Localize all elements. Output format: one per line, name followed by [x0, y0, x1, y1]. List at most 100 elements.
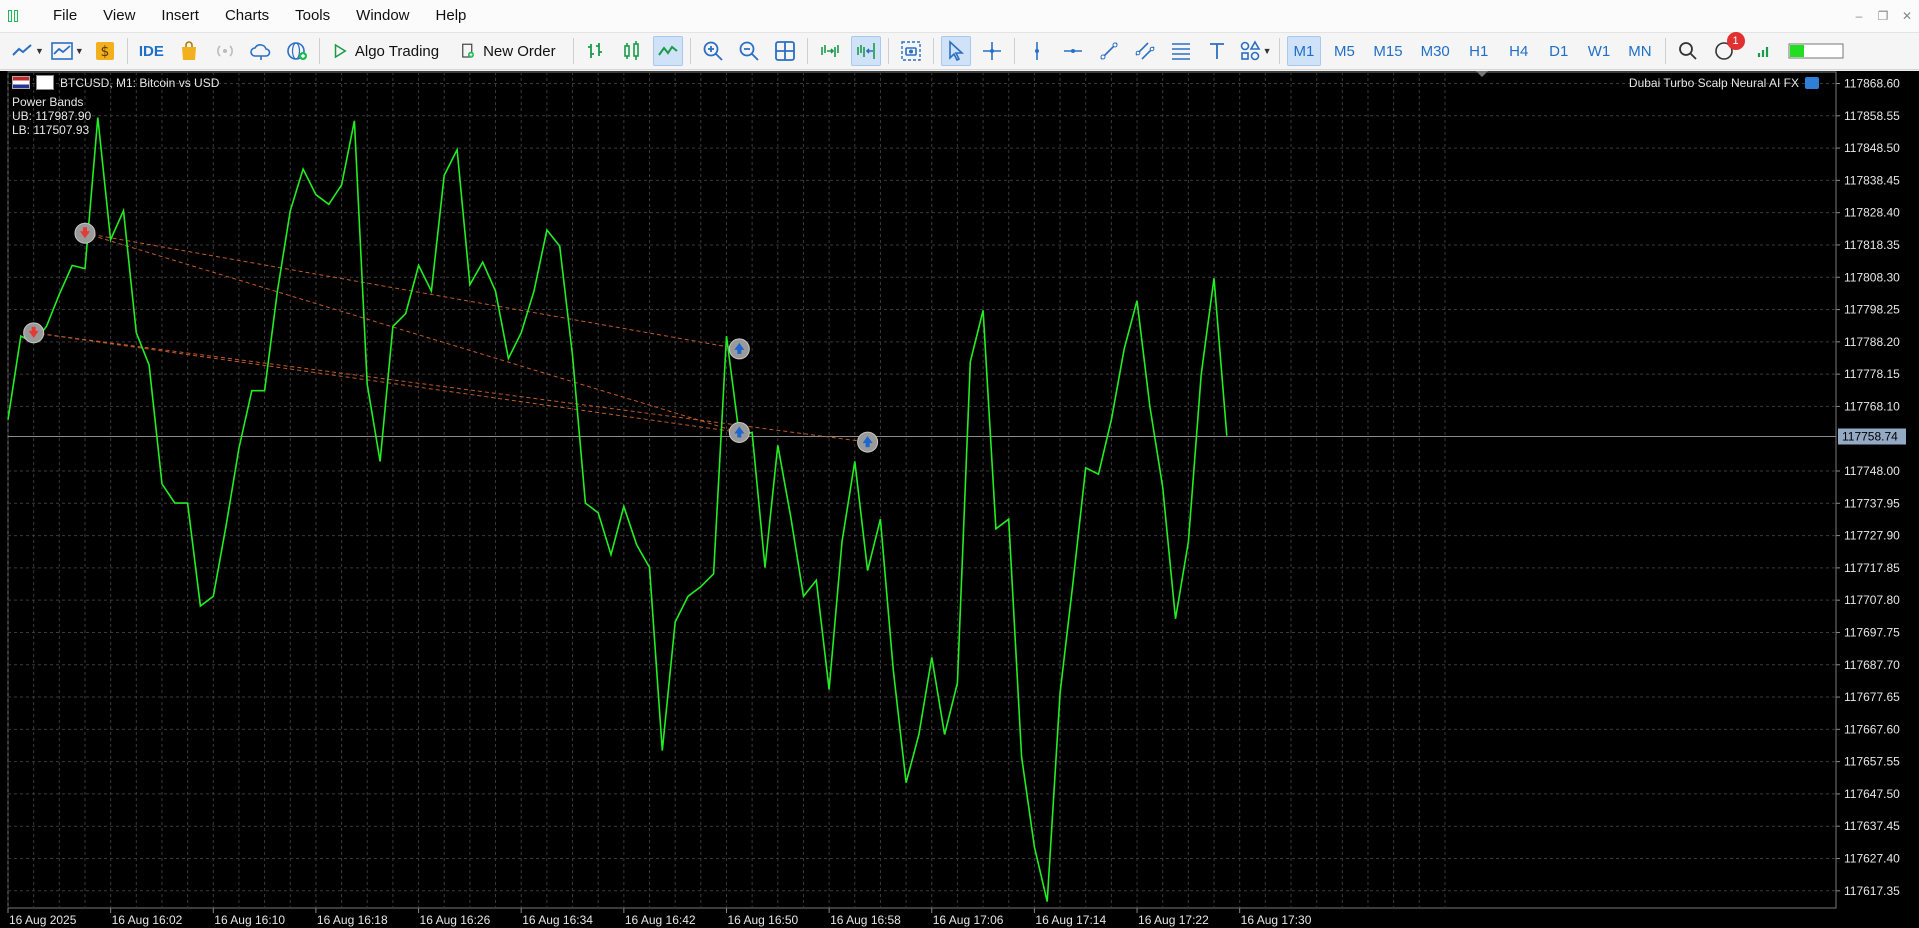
dollar-icon: $	[95, 42, 114, 60]
signal-level-icon	[1757, 47, 1768, 57]
timeframe-d1[interactable]: D1	[1542, 36, 1576, 66]
lower-band-value: LB: 117507.93	[12, 123, 90, 137]
zoom-in-button[interactable]	[698, 36, 728, 66]
algo-trading-label: Algo Trading	[354, 42, 440, 60]
main-toolbar: ▼ ▼ $ IDE Algo Trading New Order ▼ M1 M5…	[0, 32, 1919, 70]
timeframe-m30[interactable]: M30	[1415, 36, 1456, 66]
timeframe-m1[interactable]: M1	[1286, 36, 1322, 66]
symbol-info-text: BTCUSD, M1: Bitcoin vs USD	[60, 75, 220, 90]
x-tick-label: 16 Aug 17:06	[933, 913, 1004, 927]
timeframe-h4[interactable]: H4	[1502, 36, 1536, 66]
grid-icon	[774, 41, 795, 61]
toolbar-separator	[1278, 38, 1280, 64]
menu-tools[interactable]: Tools	[282, 0, 343, 32]
menu-view[interactable]: View	[90, 0, 148, 32]
indicators-button[interactable]: ▼	[50, 36, 84, 66]
trade-connection-line	[33, 332, 740, 433]
market-button[interactable]	[174, 36, 204, 66]
y-tick-label: 117687.70	[1844, 658, 1900, 672]
price-chart[interactable]: 117868.60 117858.55 117848.50 117838.45 1178…	[0, 71, 1919, 928]
vertical-line-icon	[1034, 42, 1039, 60]
restore-icon[interactable]: ❐	[1871, 0, 1895, 32]
signal-broadcast-icon	[216, 45, 233, 57]
zoom-out-button[interactable]	[734, 36, 764, 66]
crosshair-button[interactable]	[977, 36, 1007, 66]
fibonacci-button[interactable]	[1166, 36, 1196, 66]
text-tool-icon	[1209, 43, 1224, 59]
expert-hat-icon	[1805, 77, 1819, 89]
search-button[interactable]	[1673, 36, 1703, 66]
horizontal-line-icon	[1063, 49, 1082, 53]
notification-count-badge: 1	[1726, 32, 1745, 50]
line-chart-button[interactable]	[652, 36, 683, 66]
auto-scroll-icon	[820, 45, 839, 57]
camera-icon	[900, 41, 921, 61]
chart-type-button[interactable]: ▼	[10, 36, 44, 66]
cursor-button[interactable]	[940, 36, 971, 66]
crosshair-icon	[982, 42, 1001, 60]
menu-help[interactable]: Help	[423, 0, 480, 32]
timeframe-w1[interactable]: W1	[1582, 36, 1617, 66]
new-order-icon	[462, 43, 475, 58]
window-controls: – ❐ ✕	[1847, 0, 1919, 32]
menu-file[interactable]: File	[40, 0, 90, 32]
algo-trading-button[interactable]: Algo Trading	[327, 36, 449, 66]
x-tick-label: 16 Aug 16:58	[830, 913, 901, 927]
y-tick-label: 117637.45	[1844, 819, 1900, 833]
trading-button[interactable]: $	[90, 36, 120, 66]
cloud-icon	[250, 44, 271, 60]
y-tick-label: 117677.65	[1844, 690, 1900, 704]
expert-advisor-label[interactable]: Dubai Turbo Scalp Neural AI FX	[1629, 76, 1819, 90]
chart-window[interactable]: 117868.60 117858.55 117848.50 117838.45 1178…	[0, 71, 1919, 928]
candlestick-icon	[623, 41, 639, 60]
screenshot-button[interactable]	[896, 36, 926, 66]
tile-windows-button[interactable]	[770, 36, 800, 66]
trade-connection-line	[84, 232, 740, 433]
close-icon[interactable]: ✕	[1895, 0, 1919, 32]
plot-frame	[7, 71, 1837, 909]
x-tick-label: 16 Aug 16:02	[112, 913, 183, 927]
timeframe-h1[interactable]: H1	[1462, 36, 1496, 66]
x-tick-label: 16 Aug 2025	[9, 913, 77, 927]
community-button[interactable]	[282, 36, 312, 66]
signal-level-button[interactable]	[1752, 36, 1782, 66]
toolbar-separator	[126, 38, 128, 64]
menu-charts[interactable]: Charts	[212, 0, 282, 32]
trend-line-button[interactable]	[1094, 36, 1124, 66]
signals-button[interactable]	[210, 36, 240, 66]
horizontal-line-button[interactable]	[1058, 36, 1088, 66]
menu-window[interactable]: Window	[343, 0, 422, 32]
y-tick-label: 117627.40	[1844, 852, 1900, 866]
vps-button[interactable]	[246, 36, 276, 66]
candlestick-button[interactable]	[617, 36, 647, 66]
channel-button[interactable]	[1130, 36, 1160, 66]
timeframe-mn[interactable]: MN	[1622, 36, 1657, 66]
vertical-line-button[interactable]	[1022, 36, 1052, 66]
y-tick-label: 117707.80	[1844, 593, 1900, 607]
cursor-arrow-icon	[948, 40, 964, 62]
y-tick-label: 117868.60	[1844, 76, 1900, 90]
y-tick-label: 117858.55	[1844, 109, 1900, 123]
indicator-name: Power Bands	[12, 95, 84, 109]
notifications-button[interactable]: 1	[1709, 32, 1745, 66]
y-tick-label: 117727.90	[1844, 529, 1900, 543]
y-tick-label: 117828.40	[1844, 206, 1900, 220]
minimize-icon[interactable]: –	[1847, 0, 1871, 32]
ide-button[interactable]: IDE	[135, 36, 168, 66]
fibonacci-icon	[1171, 43, 1190, 60]
y-tick-label: 117818.35	[1844, 238, 1900, 252]
shapes-button[interactable]: ▼	[1238, 36, 1272, 66]
text-button[interactable]	[1202, 36, 1232, 66]
timeframe-m5[interactable]: M5	[1327, 36, 1361, 66]
price-line-series	[7, 117, 1228, 902]
chart-shift-button[interactable]	[850, 36, 881, 66]
chevron-down-icon: ▼	[1262, 46, 1272, 56]
connection-level-icon	[1788, 43, 1844, 59]
y-tick-label: 117697.75	[1844, 625, 1900, 639]
timeframe-m15[interactable]: M15	[1367, 36, 1408, 66]
y-tick-label: 117667.60	[1844, 722, 1900, 736]
new-order-button[interactable]: New Order	[455, 36, 566, 66]
auto-scroll-button[interactable]	[815, 36, 845, 66]
menu-insert[interactable]: Insert	[148, 0, 212, 32]
bar-chart-button[interactable]	[581, 36, 611, 66]
